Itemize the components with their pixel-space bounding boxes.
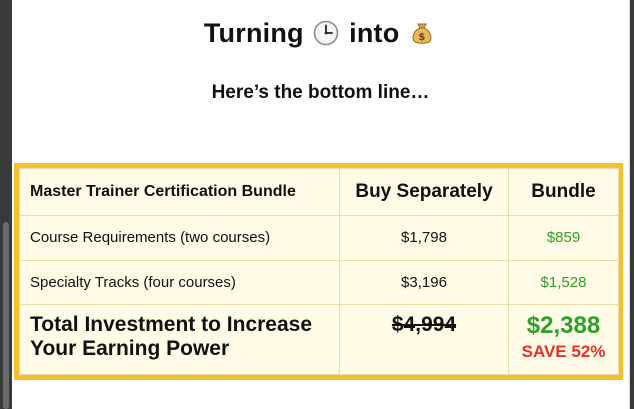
clock-icon xyxy=(314,20,339,46)
total-row: Total Investment to Increase Your Earnin… xyxy=(19,304,619,375)
row-label: Specialty Tracks (four courses) xyxy=(19,259,340,306)
table-row: Specialty Tracks (four courses) $3,196 $… xyxy=(19,259,619,306)
savings-badge: SAVE 52% xyxy=(521,342,606,362)
title-text-turning: Turning xyxy=(203,18,304,48)
scrollbar-track[interactable] xyxy=(0,0,12,409)
page-title: Turning into $ xyxy=(12,18,629,49)
price-bundle: $859 xyxy=(508,214,619,261)
scrollbar-thumb[interactable] xyxy=(3,222,9,409)
total-label: Total Investment to Increase Your Earnin… xyxy=(19,304,340,375)
total-price-bundle: $2,388 xyxy=(526,312,601,340)
column-header-bundle: Bundle xyxy=(508,168,619,216)
window-edge xyxy=(630,0,634,409)
title-text-into: into xyxy=(349,18,400,48)
page-subtitle: Here’s the bottom line… xyxy=(211,82,430,103)
price-bundle: $1,528 xyxy=(508,259,619,306)
table-header-row: Master Trainer Certification Bundle Buy … xyxy=(19,168,619,216)
total-bundle-cell: $2,388 SAVE 52% xyxy=(508,304,619,375)
money-bag-icon: $ xyxy=(412,23,432,44)
price-separate: $1,798 xyxy=(339,214,509,261)
column-header-buy-separately: Buy Separately xyxy=(339,168,509,216)
row-label: Course Requirements (two courses) xyxy=(19,214,340,261)
pricing-table: Master Trainer Certification Bundle Buy … xyxy=(14,163,623,380)
total-price-separate: $4,994 xyxy=(339,304,509,375)
column-header-bundle-name: Master Trainer Certification Bundle xyxy=(19,168,340,216)
table-row: Course Requirements (two courses) $1,798… xyxy=(19,214,619,261)
svg-text:$: $ xyxy=(419,32,426,43)
price-separate: $3,196 xyxy=(339,259,509,306)
